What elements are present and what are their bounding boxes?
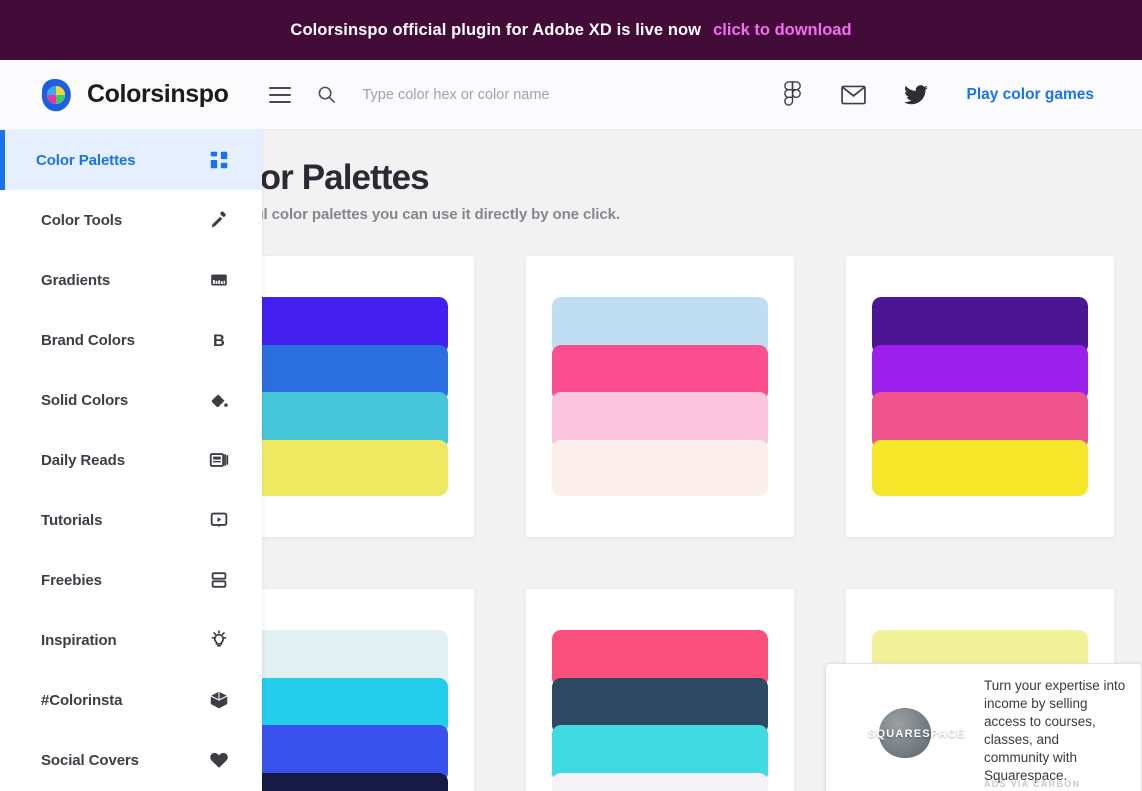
sidebar-item-color-tools[interactable]: Color Tools: [0, 190, 262, 250]
palette-swatch[interactable]: [552, 772, 768, 791]
sidebar-item-label: Gradients: [41, 271, 111, 289]
brand-logo[interactable]: Colorsinspo: [0, 75, 230, 115]
video-play-icon: [208, 509, 230, 531]
sidebar-item-colorinsta[interactable]: #Colorinsta: [0, 670, 262, 730]
sidebar-item-color-palettes[interactable]: Color Palettes: [0, 130, 262, 190]
palette-swatch-stack: [552, 630, 768, 791]
sidebar-item-label: Color Palettes: [36, 151, 136, 169]
palette-swatch-stack: [232, 297, 448, 496]
gradient-icon: [208, 269, 230, 291]
sidebar-item-label: Solid Colors: [41, 391, 129, 409]
palette-swatch[interactable]: [552, 439, 768, 496]
paint-bucket-icon: [208, 389, 230, 411]
heart-icon: [208, 749, 230, 771]
squarespace-logo: SQUARESPACE: [847, 726, 965, 741]
cube-icon: [208, 689, 230, 711]
menu-icon[interactable]: [269, 86, 292, 103]
page-subtitle: beautiful color palettes you can use it …: [206, 206, 620, 223]
search-input[interactable]: [362, 86, 783, 103]
brand-name: Colorsinspo: [87, 80, 229, 108]
lightbulb-icon: [208, 629, 230, 651]
sidebar-item-tutorials[interactable]: Tutorials: [0, 490, 262, 550]
search-area: [317, 85, 783, 104]
sidebar-item-label: Brand Colors: [41, 331, 135, 349]
sidebar-item-freebies[interactable]: Freebies: [0, 550, 262, 610]
colorsinspo-logo-icon: [36, 75, 76, 115]
sidebar-item-daily-reads[interactable]: Daily Reads: [0, 430, 262, 490]
palette-card[interactable]: [846, 256, 1114, 537]
search-icon[interactable]: [317, 85, 336, 104]
letter-b-icon: B: [208, 329, 230, 351]
ad-image[interactable]: SQUARESPACE: [839, 677, 970, 784]
twitter-icon[interactable]: [904, 84, 929, 105]
sidebar-item-label: #Colorinsta: [41, 691, 123, 709]
mail-icon[interactable]: [841, 85, 867, 105]
site-header: Colorsinspo Type color hex or color name…: [0, 60, 1142, 130]
eyedropper-icon: [208, 209, 230, 231]
grid-icon: [208, 149, 230, 171]
sidebar-item-label: Tutorials: [41, 511, 103, 529]
palette-card[interactable]: [526, 256, 794, 537]
sidebar-item-label: Inspiration: [41, 631, 117, 649]
palette-swatch-stack: [552, 297, 768, 496]
promo-banner-text: Colorsinspo official plugin for Adobe XD…: [290, 20, 702, 39]
palette-swatch-stack: [872, 297, 1088, 496]
layout-rows-icon: [208, 569, 230, 591]
ad-body: Turn your expertise into income by selli…: [984, 677, 1128, 789]
sidebar-item-label: Social Covers: [41, 751, 139, 769]
sidebar-item-label: Daily Reads: [41, 451, 125, 469]
header-tools: [269, 85, 783, 104]
sidebar-item-label: Freebies: [41, 571, 102, 589]
palette-swatch[interactable]: [232, 772, 448, 791]
promo-banner: Colorsinspo official plugin for Adobe XD…: [0, 0, 1142, 60]
sidebar-item-gradients[interactable]: Gradients: [0, 250, 262, 310]
article-icon: [208, 449, 230, 471]
palette-swatch[interactable]: [872, 439, 1088, 496]
sidebar-item-inspiration[interactable]: Inspiration: [0, 610, 262, 670]
sidebar-item-label: Color Tools: [41, 211, 123, 229]
promo-download-link[interactable]: click to download: [713, 21, 851, 40]
header-right-actions: Play color games: [782, 81, 1142, 108]
ad-text: Turn your expertise into income by selli…: [984, 678, 1126, 783]
play-color-games-link[interactable]: Play color games: [966, 86, 1094, 104]
sidebar-nav: Color Palettes Color Tools Gradients Bra…: [0, 130, 262, 791]
carbon-ad-widget[interactable]: SQUARESPACE Turn your expertise into inc…: [825, 663, 1142, 791]
palette-card[interactable]: [526, 589, 794, 791]
sidebar-item-brand-colors[interactable]: Brand Colors B: [0, 310, 262, 370]
svg-text:B: B: [213, 332, 225, 350]
page-body: Color Palettes beautiful color palettes …: [0, 130, 1142, 791]
ad-attribution: ADS VIA CARBON: [984, 779, 1081, 789]
palette-swatch[interactable]: [232, 439, 448, 496]
page-title: Color Palettes: [206, 158, 430, 197]
palette-swatch-stack: [232, 630, 448, 791]
figma-icon[interactable]: [782, 81, 803, 108]
sidebar-item-social-covers[interactable]: Social Covers: [0, 730, 262, 790]
sidebar-item-solid-colors[interactable]: Solid Colors: [0, 370, 262, 430]
squarespace-logo-text: SQUARESPACE: [868, 727, 966, 740]
